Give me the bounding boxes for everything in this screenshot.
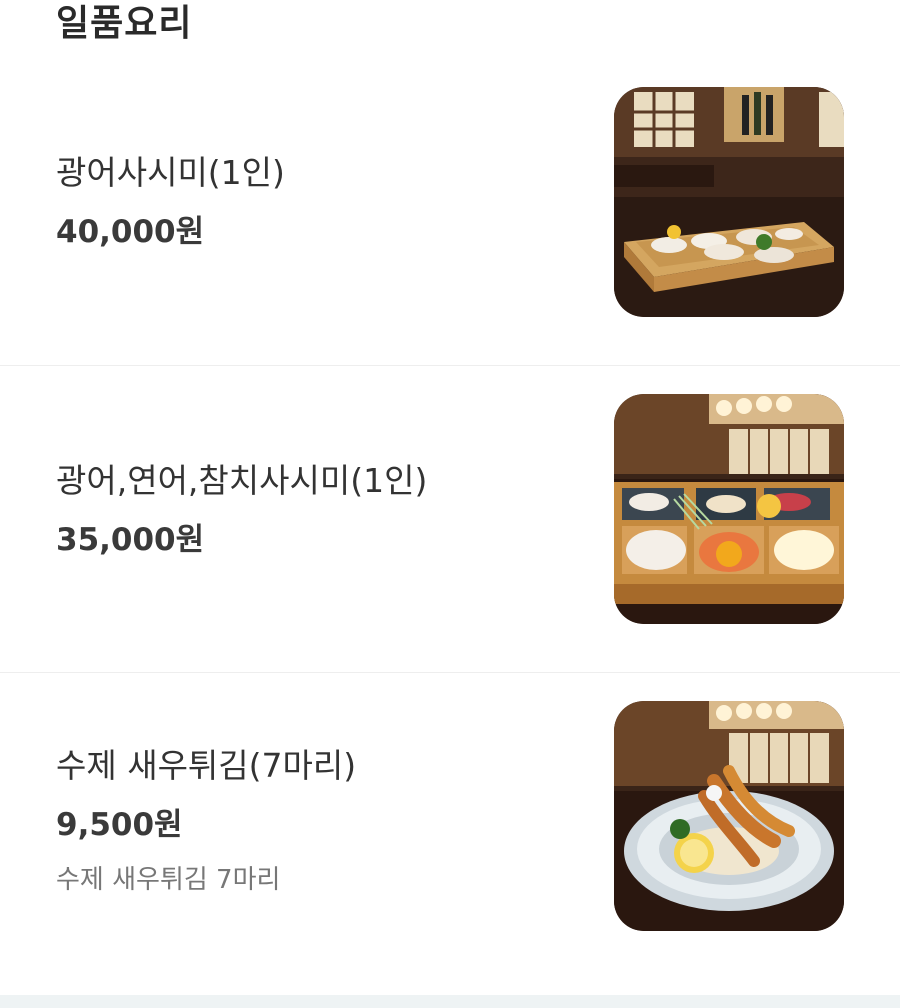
menu-item-flatfish-sashimi[interactable]: 광어사시미(1인) 40,000원: [0, 60, 900, 366]
menu-item-fried-shrimp[interactable]: 수제 새우튀김(7마리) 9,500원 수제 새우튀김 7마리: [0, 673, 900, 995]
menu-item-name: 광어,연어,참치사시미(1인): [56, 461, 428, 500]
menu-item-description: 수제 새우튀김 7마리: [56, 865, 281, 895]
mixed-sashimi-photo[interactable]: [614, 394, 844, 624]
sashimi-box-photo[interactable]: [614, 87, 844, 317]
menu-item-price: 35,000원: [56, 522, 205, 558]
section-title: 일품요리: [56, 3, 193, 44]
menu-item-mixed-sashimi[interactable]: 광어,연어,참치사시미(1인) 35,000원: [0, 366, 900, 673]
bottom-divider-bar: [0, 995, 900, 1008]
menu-item-name: 수제 새우튀김(7마리): [56, 746, 357, 785]
menu-item-price: 40,000원: [56, 214, 205, 250]
menu-item-price: 9,500원: [56, 807, 183, 843]
menu-item-name: 광어사시미(1인): [56, 153, 285, 192]
fried-shrimp-photo[interactable]: [614, 701, 844, 931]
